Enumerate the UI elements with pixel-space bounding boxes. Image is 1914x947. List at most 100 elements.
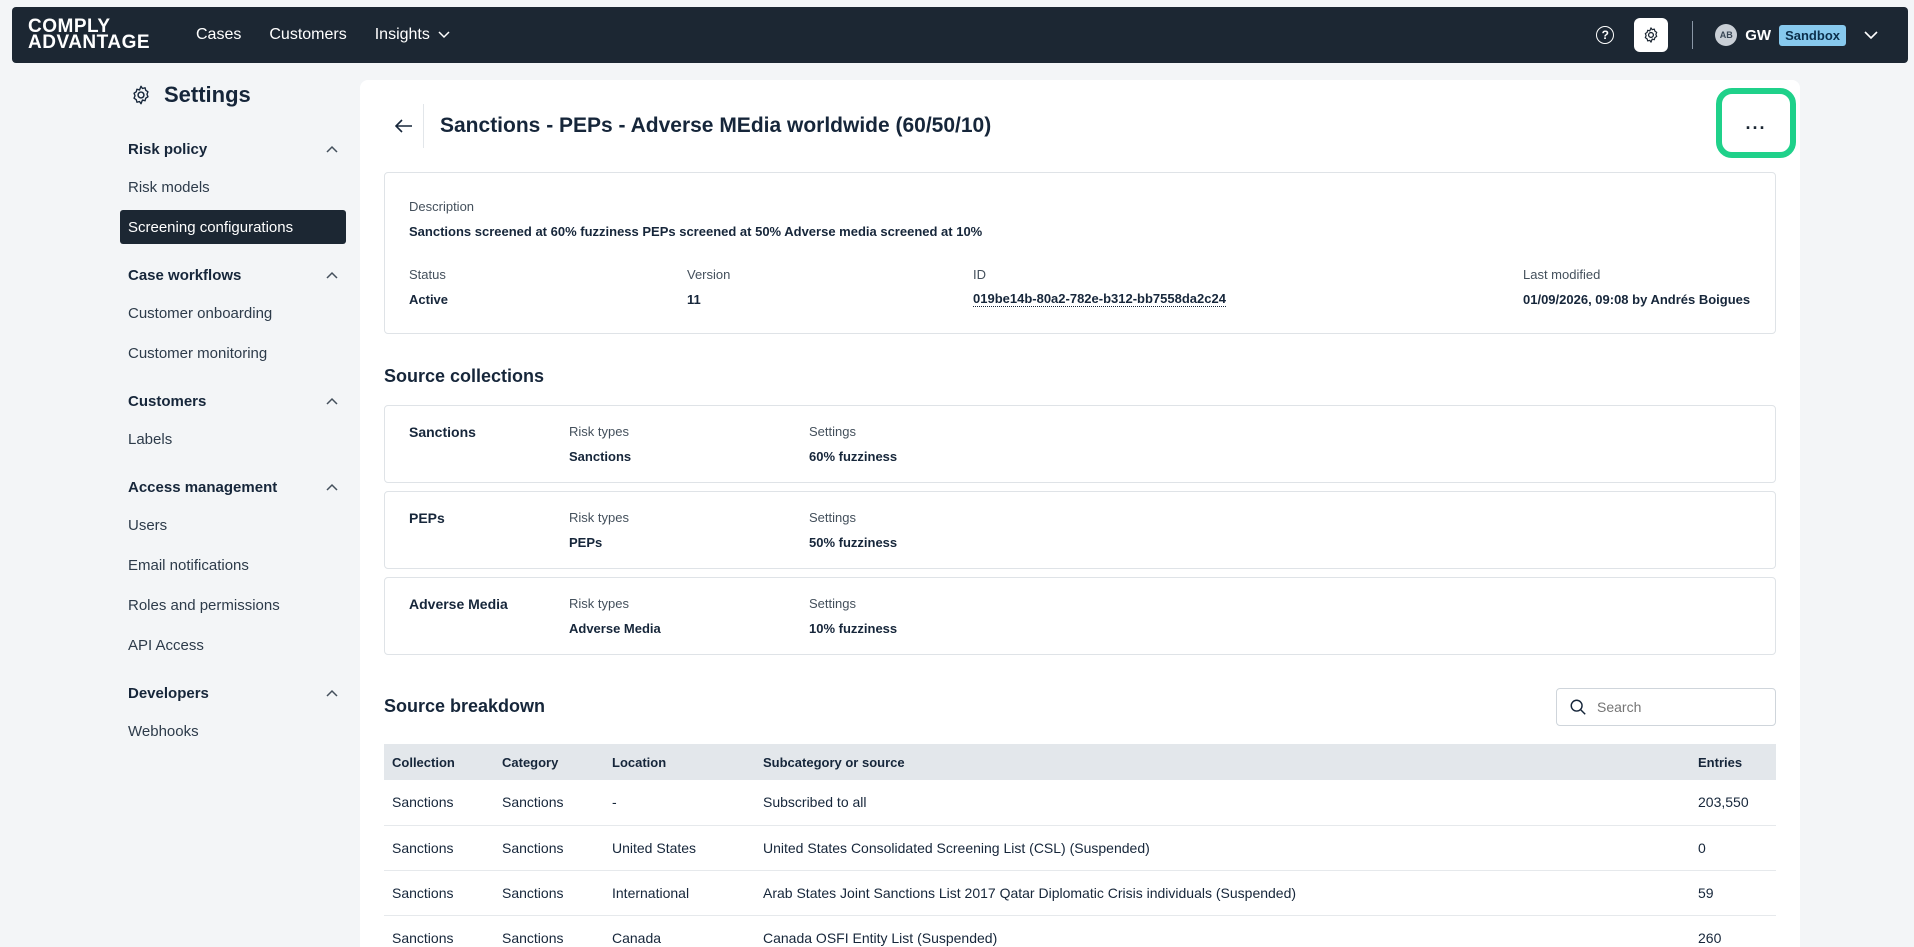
sidebar-item-screening-configurations[interactable]: Screening configurations	[120, 210, 346, 244]
cell-source: United States Consolidated Screening Lis…	[755, 825, 1690, 871]
sidebar-item-api-access[interactable]: API Access	[120, 628, 346, 662]
cell-collection: Sanctions	[384, 915, 494, 947]
table-row[interactable]: Sanctions Sanctions International Arab S…	[384, 870, 1776, 916]
settings-value: 10% fuzziness	[809, 621, 898, 636]
risk-types-value: PEPs	[569, 535, 603, 550]
source-breakdown-title: Source breakdown	[384, 696, 546, 716]
search-input[interactable]	[1597, 699, 1757, 715]
back-button[interactable]	[384, 104, 424, 148]
risk-types-block: Risk types Adverse Media	[569, 596, 661, 636]
settings-sidebar: Settings Risk policy Risk models Screeni…	[120, 80, 346, 764]
sidebar-item-roles-permissions[interactable]: Roles and permissions	[120, 588, 346, 622]
table-row[interactable]: Sanctions Sanctions United States United…	[384, 825, 1776, 871]
risk-types-block: Risk types PEPs	[569, 510, 629, 550]
collection-card-sanctions: Sanctions Risk types Sanctions Settings …	[384, 405, 1776, 483]
collection-name: PEPs	[409, 510, 445, 526]
avatar[interactable]: AB	[1715, 24, 1738, 46]
sidebar-section-access-management: Access management Users Email notificati…	[120, 472, 346, 662]
settings-gear-button[interactable]	[1634, 18, 1669, 52]
cell-location: -	[604, 780, 755, 826]
description-label: Description	[409, 199, 475, 214]
chevron-up-icon	[326, 397, 338, 405]
cell-entries: 0	[1690, 825, 1776, 871]
collection-card-adverse-media: Adverse Media Risk types Adverse Media S…	[384, 577, 1776, 655]
user-initials[interactable]: GW	[1745, 27, 1771, 44]
cell-entries: 260	[1690, 915, 1776, 947]
risk-types-value: Sanctions	[569, 449, 632, 464]
page-header: Sanctions - PEPs - Adverse MEdia worldwi…	[384, 104, 991, 148]
sidebar-section-header[interactable]: Case workflows	[120, 260, 346, 290]
cell-source: Subscribed to all	[755, 780, 1690, 826]
version-value: 11	[687, 292, 701, 307]
cell-source: Canada OSFI Entity List (Suspended)	[755, 915, 1690, 947]
chevron-up-icon	[326, 271, 338, 279]
settings-title: Settings	[130, 80, 346, 110]
risk-types-label: Risk types	[569, 596, 629, 611]
sidebar-item-labels[interactable]: Labels	[120, 422, 346, 456]
arrow-left-icon	[394, 119, 412, 133]
chevron-up-icon	[326, 689, 338, 697]
more-options-button[interactable]: ...	[1716, 88, 1796, 158]
cell-category: Sanctions	[494, 915, 604, 947]
config-info-panel: Description Sanctions screened at 60% fu…	[384, 172, 1776, 334]
cell-category: Sanctions	[494, 870, 604, 916]
sidebar-item-users[interactable]: Users	[120, 508, 346, 542]
id-block: ID 019be14b-80a2-782e-b312-bb7558da2c24	[973, 267, 1226, 308]
status-value: Active	[409, 292, 449, 307]
description-value: Sanctions screened at 60% fuzziness PEPs…	[409, 224, 983, 239]
cell-entries: 59	[1690, 870, 1776, 916]
sidebar-section-header[interactable]: Customers	[120, 386, 346, 416]
settings-label: Settings	[809, 424, 856, 439]
cell-collection: Sanctions	[384, 825, 494, 871]
table-header-row: Collection Category Location Subcategory…	[384, 744, 1776, 780]
gear-icon	[133, 85, 149, 105]
settings-block: Settings 50% fuzziness	[809, 510, 897, 550]
table-row[interactable]: Sanctions Sanctions - Subscribed to all …	[384, 780, 1776, 826]
sidebar-section-header[interactable]: Developers	[120, 678, 346, 708]
col-header-entries[interactable]: Entries	[1690, 744, 1776, 780]
col-header-category[interactable]: Category	[494, 744, 604, 780]
col-header-location[interactable]: Location	[604, 744, 755, 780]
cell-entries: 203,550	[1690, 780, 1776, 826]
config-id-value[interactable]: 019be14b-80a2-782e-b312-bb7558da2c24	[973, 291, 1226, 307]
sidebar-item-risk-models[interactable]: Risk models	[120, 170, 346, 204]
nav-item-insights[interactable]: Insights	[375, 26, 450, 44]
col-header-subcategory[interactable]: Subcategory or source	[755, 744, 1690, 780]
settings-value: 50% fuzziness	[809, 535, 898, 550]
sidebar-item-webhooks[interactable]: Webhooks	[120, 714, 346, 748]
cell-source: Arab States Joint Sanctions List 2017 Qa…	[755, 870, 1690, 916]
search-icon	[1570, 699, 1586, 715]
sidebar-section-risk-policy: Risk policy Risk models Screening config…	[120, 134, 346, 244]
sidebar-section-customers: Customers Labels	[120, 386, 346, 456]
source-breakdown-table: Collection Category Location Subcategory…	[384, 744, 1776, 947]
source-search-box[interactable]	[1556, 688, 1776, 726]
cell-location: International	[604, 870, 755, 916]
status-label: Status	[409, 267, 446, 282]
sidebar-section-header[interactable]: Risk policy	[120, 134, 346, 164]
top-navbar: COMPLY ADVANTAGE Cases Customers Insight…	[12, 7, 1908, 63]
table-row[interactable]: Sanctions Sanctions Canada Canada OSFI E…	[384, 915, 1776, 947]
last-modified-block: Last modified 01/09/2026, 09:08 by André…	[1523, 267, 1750, 307]
user-menu-chevron-icon[interactable]	[1864, 30, 1878, 40]
status-block: Status Active	[409, 267, 448, 307]
last-modified-label: Last modified	[1523, 267, 1601, 282]
settings-block: Settings 10% fuzziness	[809, 596, 897, 636]
sidebar-item-customer-monitoring[interactable]: Customer monitoring	[120, 336, 346, 370]
sidebar-item-email-notifications[interactable]: Email notifications	[120, 548, 346, 582]
help-icon[interactable]: ?	[1596, 26, 1615, 44]
col-header-collection[interactable]: Collection	[384, 744, 494, 780]
chevron-up-icon	[326, 145, 338, 153]
nav-item-customers[interactable]: Customers	[269, 26, 346, 44]
sidebar-item-customer-onboarding[interactable]: Customer onboarding	[120, 296, 346, 330]
settings-label: Settings	[809, 596, 856, 611]
settings-value: 60% fuzziness	[809, 449, 898, 464]
page-title: Sanctions - PEPs - Adverse MEdia worldwi…	[440, 114, 992, 137]
sidebar-section-developers: Developers Webhooks	[120, 678, 346, 748]
comply-advantage-logo[interactable]: COMPLY ADVANTAGE	[28, 17, 168, 52]
sidebar-section-header[interactable]: Access management	[120, 472, 346, 502]
screening-config-detail: Sanctions - PEPs - Adverse MEdia worldwi…	[360, 80, 1800, 947]
collection-name: Sanctions	[409, 424, 476, 440]
cell-category: Sanctions	[494, 825, 604, 871]
cell-collection: Sanctions	[384, 870, 494, 916]
nav-item-cases[interactable]: Cases	[196, 26, 241, 44]
